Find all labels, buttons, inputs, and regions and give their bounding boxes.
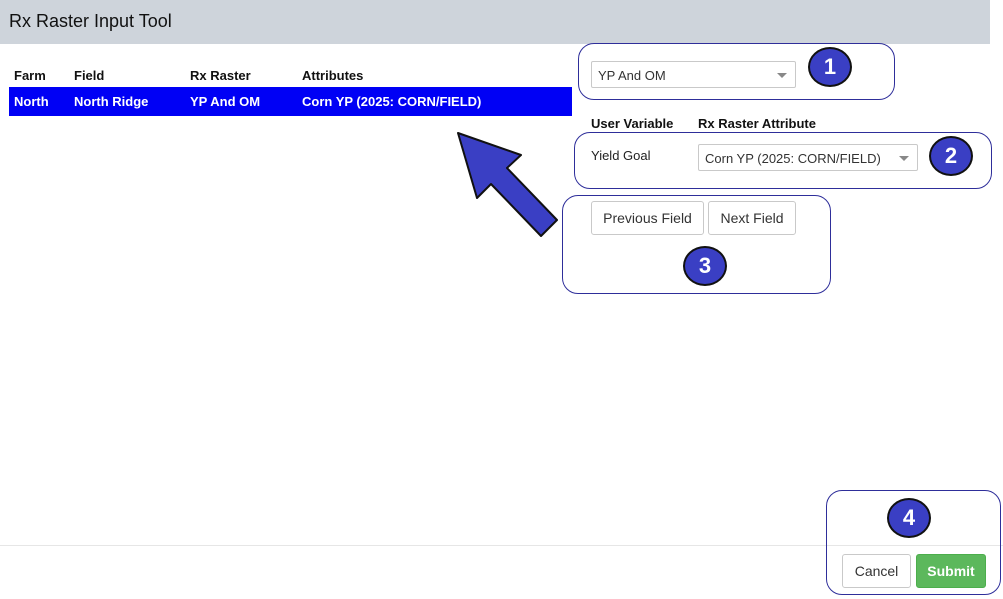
cancel-button[interactable]: Cancel: [842, 554, 911, 588]
rx-attribute-select[interactable]: Corn YP (2025: CORN/FIELD): [698, 144, 918, 171]
column-header-rx-raster: Rx Raster: [190, 68, 251, 83]
cell-farm: North: [9, 87, 69, 116]
rx-raster-select[interactable]: YP And OM: [591, 61, 796, 88]
callout-badge-3: 3: [683, 246, 727, 286]
window-title: Rx Raster Input Tool: [9, 11, 172, 31]
yield-goal-label: Yield Goal: [591, 148, 651, 163]
column-header-attributes: Attributes: [302, 68, 364, 83]
rx-raster-select-value: YP And OM: [598, 68, 666, 83]
chevron-down-icon: [777, 73, 787, 78]
rx-attribute-select-value: Corn YP (2025: CORN/FIELD): [705, 151, 881, 166]
arrow-shape: [457, 132, 558, 237]
callout-badge-4: 4: [887, 498, 931, 538]
arrow-icon: [457, 132, 558, 237]
cell-attributes: Corn YP (2025: CORN/FIELD): [297, 87, 572, 116]
cell-rx-raster: YP And OM: [185, 87, 297, 116]
chevron-down-icon: [899, 156, 909, 161]
callout-badge-2: 2: [929, 136, 973, 176]
column-header-field: Field: [74, 68, 105, 83]
table-header-row: Farm Field Rx Raster Attributes: [9, 64, 572, 87]
previous-field-button[interactable]: Previous Field: [591, 201, 704, 235]
next-field-button[interactable]: Next Field: [708, 201, 796, 235]
user-variable-header: User Variable: [591, 116, 674, 131]
cell-field: North Ridge: [69, 87, 185, 116]
rx-raster-attribute-header: Rx Raster Attribute: [698, 116, 816, 131]
fields-table: Farm Field Rx Raster Attributes North No…: [9, 64, 572, 116]
title-bar: Rx Raster Input Tool: [0, 0, 990, 44]
column-header-farm: Farm: [14, 68, 46, 83]
submit-button[interactable]: Submit: [916, 554, 986, 588]
table-row[interactable]: North North Ridge YP And OM Corn YP (202…: [9, 87, 572, 116]
callout-badge-1: 1: [808, 47, 852, 87]
